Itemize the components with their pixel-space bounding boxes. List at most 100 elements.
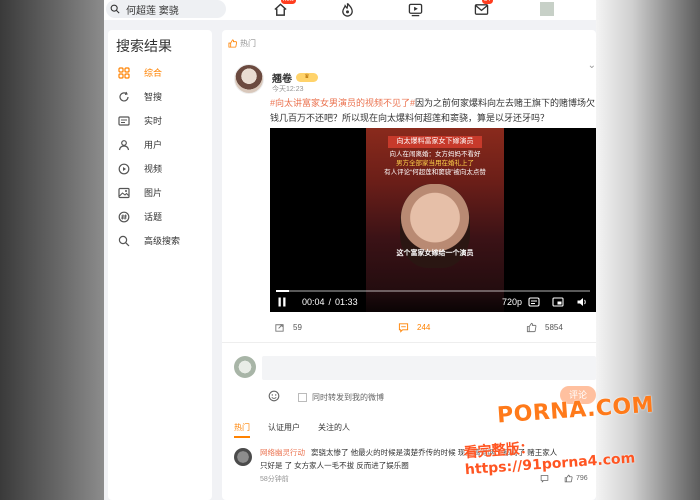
comment-author[interactable]: 网络幽灵行动	[260, 448, 305, 457]
thumbs-up-icon	[526, 322, 537, 333]
flame-icon	[341, 2, 353, 17]
topic-link[interactable]: #向太讲富家女男演员的视频不见了#	[270, 98, 415, 108]
repost-checkbox[interactable]: 同时转发到我的微博	[298, 392, 384, 403]
repost-count: 59	[293, 323, 302, 332]
sidebar-item-topics[interactable]: 话题	[118, 210, 162, 223]
sidebar-item-images[interactable]: 图片	[118, 186, 162, 199]
hot-tag-label: 热门	[240, 39, 256, 48]
like-button[interactable]: 5854	[526, 322, 563, 333]
thumbs-up-icon	[564, 474, 573, 483]
video-current-time: 00:04	[302, 297, 325, 307]
video-headline: 向太爆料富家女下嫁演员	[388, 136, 482, 148]
sidebar-item-video[interactable]: 视频	[118, 162, 162, 175]
pause-button[interactable]	[276, 296, 288, 308]
video-subtitle-block: 向人在闹离婚：女方妈妈不看好 男方全部家当用在婚礼上了 有人评论“何超莲和窦骁”…	[374, 150, 496, 177]
comment-time: 58分钟前	[260, 476, 289, 483]
sidebar-item-label: 图片	[144, 188, 163, 198]
post-author-name: 翘卷	[272, 74, 292, 85]
top-bar: 何超莲 窦骁 new 34	[104, 0, 596, 20]
realtime-icon	[118, 115, 130, 126]
user-icon	[118, 139, 130, 150]
volume-button[interactable]	[576, 296, 588, 308]
pause-icon	[278, 297, 286, 307]
post-card: 热门 翘卷 ♛ 今天12:23 ⌄ #向太讲富家女男演员的视频不见了#因为之前何…	[222, 30, 596, 500]
search-sidebar: 搜索结果 综合 智搜 实时 用户 视频 图片 话题 高级搜索	[108, 30, 212, 500]
nav-home[interactable]: new	[271, 0, 297, 18]
sidebar-item-label: 视频	[144, 164, 163, 174]
image-icon	[118, 187, 130, 198]
tab-verified-users[interactable]: 认证用户	[268, 422, 300, 438]
refresh-search-icon	[119, 91, 129, 101]
play-circle-icon	[118, 163, 130, 174]
sidebar-item-comprehensive[interactable]: 综合	[118, 66, 162, 79]
video-time: 00:04 / 01:33	[302, 297, 358, 307]
video-player[interactable]: 向太爆料富家女下嫁演员 向人在闹离婚：女方妈妈不看好 男方全部家当用在婚礼上了 …	[270, 128, 596, 312]
tab-following[interactable]: 关注的人	[318, 422, 350, 438]
hot-tag: 热门	[228, 38, 256, 49]
sidebar-item-label: 用户	[144, 140, 163, 150]
sidebar-item-advanced-search[interactable]: 高级搜索	[118, 234, 180, 247]
video-line-1: 向人在闹离婚：女方妈妈不看好	[389, 151, 481, 158]
video-icon	[408, 3, 422, 16]
search-input[interactable]: 何超莲 窦骁	[106, 0, 226, 18]
sidebar-item-users[interactable]: 用户	[118, 138, 162, 151]
video-duration: 01:33	[335, 297, 358, 307]
current-user-avatar	[234, 356, 256, 378]
sidebar-item-label: 话题	[144, 212, 163, 222]
sidebar-item-label: 高级搜索	[144, 236, 181, 246]
danmaku-icon	[528, 297, 540, 307]
repost-button[interactable]: 59	[274, 322, 302, 333]
checkbox[interactable]	[298, 393, 307, 402]
post-author-avatar[interactable]	[234, 64, 264, 94]
comment-reply-button[interactable]	[540, 474, 552, 483]
comment-tabs: 热门 认证用户 关注的人	[234, 422, 368, 438]
search-icon	[118, 235, 130, 246]
home-new-badge: new	[281, 0, 297, 4]
user-avatar[interactable]	[540, 2, 554, 16]
volume-icon	[577, 298, 586, 306]
comment-like-count: 796	[576, 475, 588, 482]
picture-in-picture-icon	[552, 297, 564, 307]
comment-icon	[540, 475, 549, 483]
comment-count: 244	[417, 323, 431, 332]
left-background	[0, 0, 104, 500]
sidebar-item-label: 综合	[144, 68, 163, 78]
mail-count-badge: 34	[482, 0, 493, 4]
like-count: 5854	[545, 323, 563, 332]
post-actions: 59 244 5854	[222, 322, 596, 338]
post-author[interactable]: 翘卷 ♛	[272, 70, 318, 85]
sidebar-item-realtime[interactable]: 实时	[118, 114, 162, 127]
comment-button[interactable]: 244	[398, 322, 430, 333]
comment-icon	[398, 323, 409, 333]
grid-icon	[118, 66, 130, 79]
video-progress-fill	[276, 290, 289, 292]
danmaku-toggle[interactable]	[528, 296, 540, 308]
emoji-icon[interactable]	[268, 390, 280, 402]
search-query: 何超莲 窦骁	[126, 5, 179, 17]
video-caption: 这个富家女嫁给一个演员	[396, 250, 474, 257]
chevron-down-icon[interactable]: ⌄	[588, 60, 596, 71]
hashtag-icon	[118, 211, 130, 222]
search-icon	[110, 4, 120, 14]
repost-icon	[275, 324, 284, 332]
video-line-2: 男方全部家当用在婚礼上了	[396, 160, 474, 167]
right-background	[596, 0, 700, 500]
sidebar-item-smart-search[interactable]: 智搜	[118, 90, 162, 103]
post-time[interactable]: 今天12:23	[272, 84, 304, 94]
video-line-3: 有人评论“何超莲和窦骁”被向太点赞	[384, 169, 486, 176]
sidebar-item-label: 智搜	[144, 92, 163, 102]
divider	[222, 342, 596, 343]
quality-label: 720p	[502, 297, 523, 307]
nav-hot[interactable]	[338, 0, 356, 18]
tab-hot[interactable]: 热门	[234, 422, 250, 438]
repost-checkbox-label: 同时转发到我的微博	[312, 393, 384, 402]
quality-button[interactable]: 720p	[502, 297, 522, 307]
video-progress-bar[interactable]	[276, 290, 590, 292]
comment-like-button[interactable]: 796	[564, 474, 588, 483]
comment-author-avatar[interactable]	[234, 448, 252, 466]
nav-video[interactable]	[406, 0, 424, 18]
pip-button[interactable]	[552, 296, 564, 308]
video-controls: 00:04 / 01:33 720p	[270, 290, 596, 312]
nav-messages[interactable]: 34	[472, 0, 493, 18]
comment-input[interactable]	[262, 356, 596, 380]
